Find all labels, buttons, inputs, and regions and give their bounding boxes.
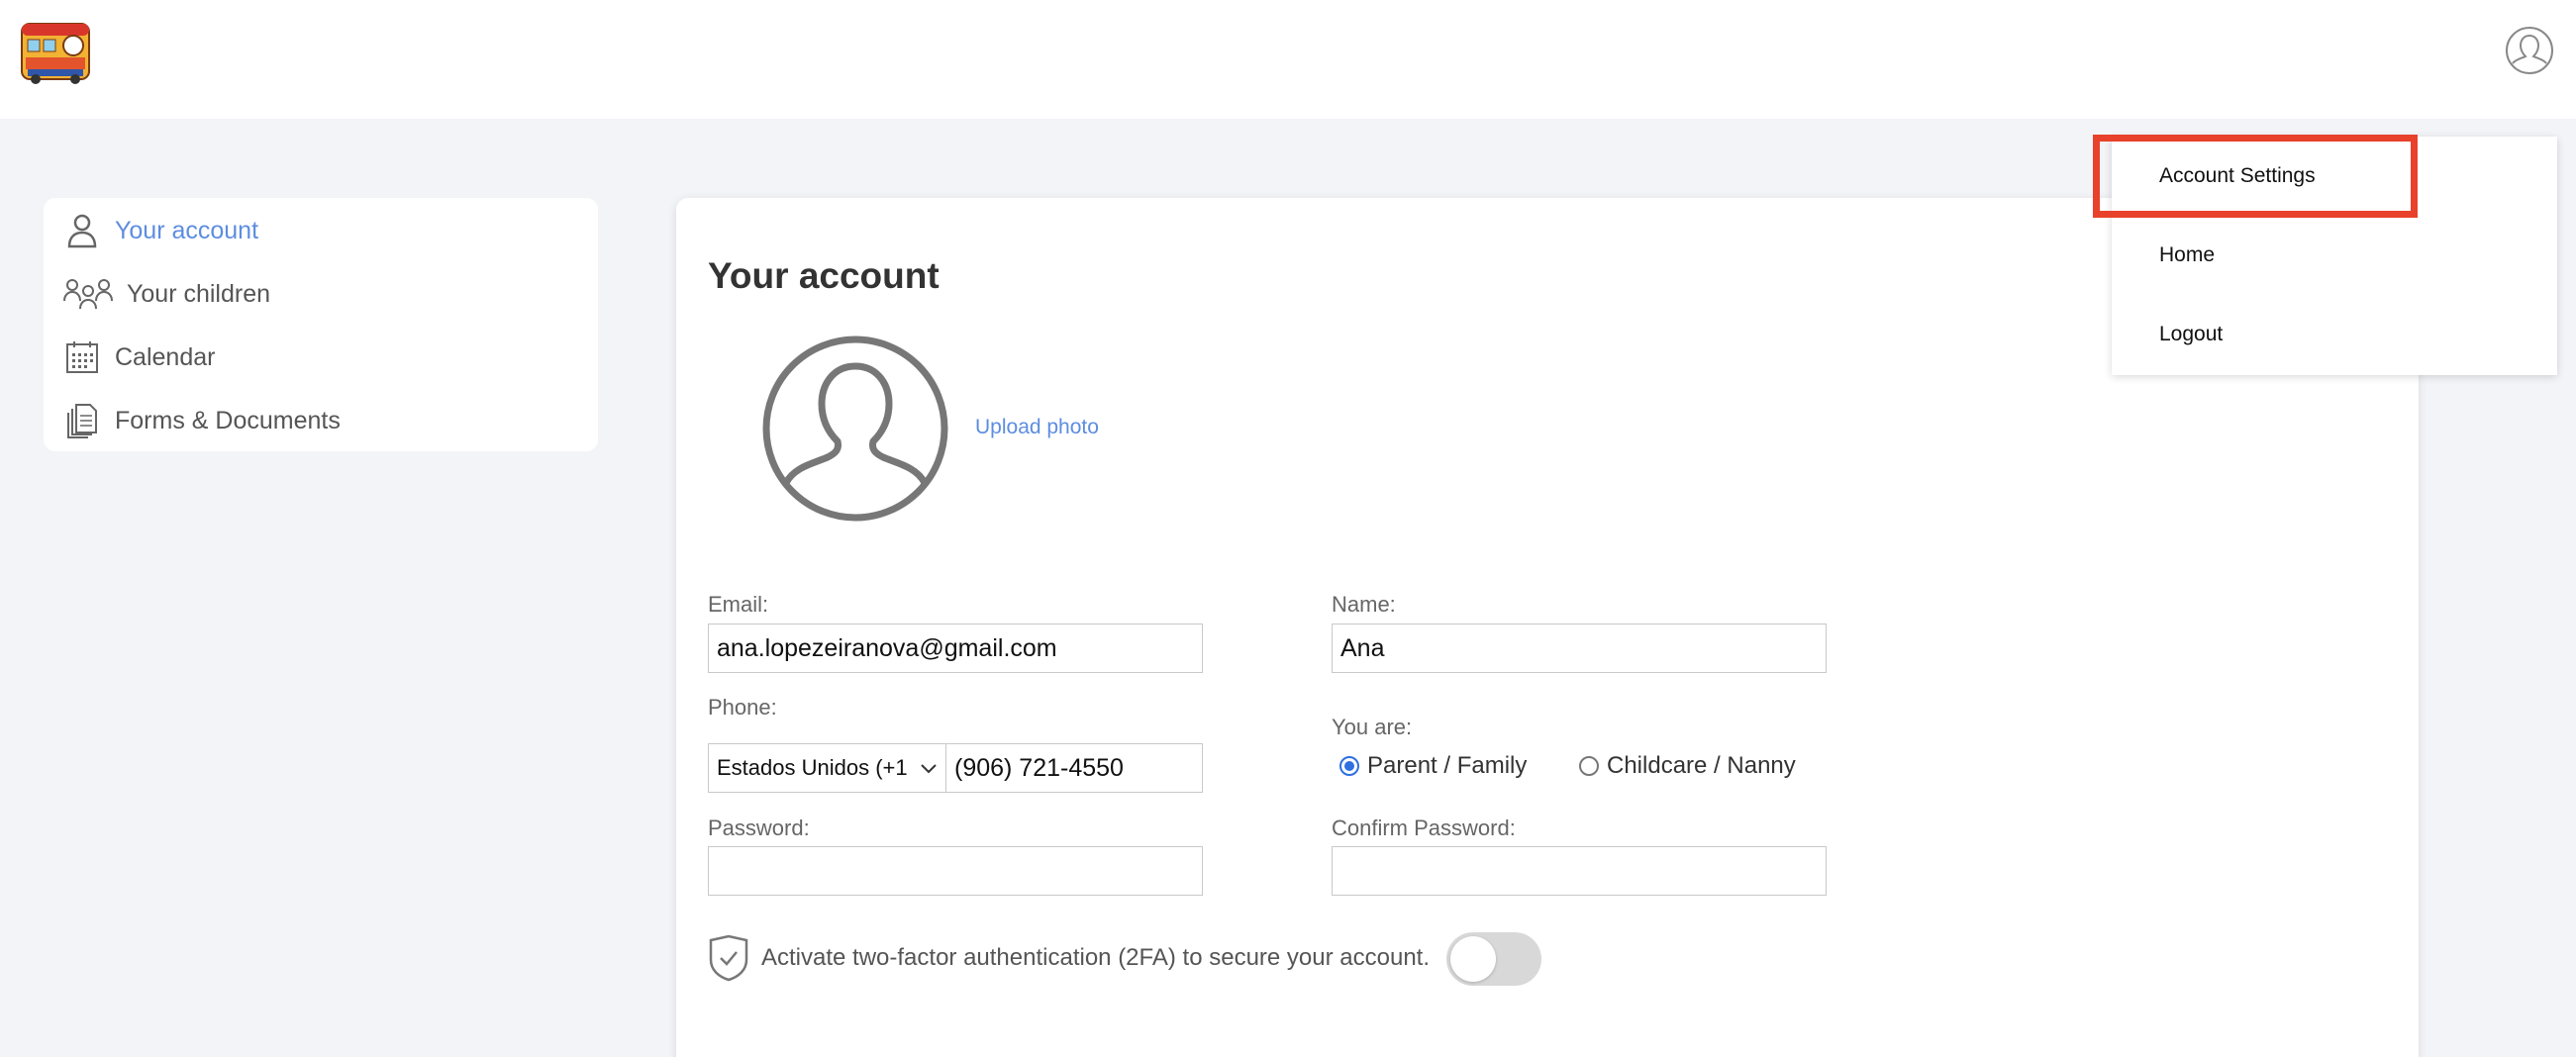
toggle-knob [1450,936,1496,982]
person-icon [63,212,101,249]
radio-label: Childcare / Nanny [1607,752,1796,779]
sidebar: Your account Your children Calendar Form… [44,198,598,451]
sidebar-item-label: Forms & Documents [115,406,341,434]
sidebar-item-calendar[interactable]: Calendar [63,333,578,382]
radio-button-unchecked[interactable] [1579,756,1599,776]
menu-item-home[interactable]: Home [2159,243,2215,267]
shield-check-icon [708,934,749,982]
phone-label: Phone: [708,695,777,720]
people-group-icon [63,275,113,313]
phone-number-field[interactable] [945,743,1203,793]
chevron-down-icon [919,758,939,784]
name-label: Name: [1332,592,1396,617]
email-label: Email: [708,592,769,617]
radio-childcare-nanny[interactable]: Childcare / Nanny [1579,752,1796,780]
documents-icon [63,402,101,439]
two-factor-toggle[interactable] [1446,932,1541,986]
confirm-password-field[interactable] [1332,846,1827,896]
top-bar [0,0,2576,119]
password-label: Password: [708,816,810,840]
page-title: Your account [708,255,940,296]
sidebar-item-label: Your account [115,216,259,244]
avatar [761,335,949,523]
two-factor-text: Activate two-factor authentication (2FA)… [761,944,1430,971]
country-code-value: Estados Unidos (+1 [717,755,908,780]
user-circle-icon[interactable] [2505,26,2554,75]
two-factor-row: Activate two-factor authentication (2FA)… [708,934,1430,982]
password-field[interactable] [708,846,1203,896]
sidebar-item-label: Calendar [115,342,216,371]
user-dropdown-menu: Account Settings Home Logout [2112,137,2557,375]
country-code-select[interactable]: Estados Unidos (+1 [708,743,947,793]
magic-bus-logo[interactable] [18,18,93,85]
confirm-password-label: Confirm Password: [1332,816,1516,840]
sidebar-item-label: Your children [127,279,271,308]
radio-button-checked[interactable] [1339,756,1359,776]
email-field[interactable] [708,624,1203,673]
name-field[interactable] [1332,624,1827,673]
calendar-icon [63,338,101,376]
upload-photo-link[interactable]: Upload photo [975,416,1099,439]
radio-label: Parent / Family [1367,752,1528,779]
menu-item-logout[interactable]: Logout [2159,323,2223,346]
menu-item-account-settings[interactable]: Account Settings [2159,164,2316,188]
sidebar-item-your-account[interactable]: Your account [63,206,578,255]
sidebar-item-your-children[interactable]: Your children [63,269,578,319]
sidebar-item-forms-documents[interactable]: Forms & Documents [63,396,578,445]
you-are-label: You are: [1332,715,1413,739]
radio-parent-family[interactable]: Parent / Family [1339,752,1527,780]
